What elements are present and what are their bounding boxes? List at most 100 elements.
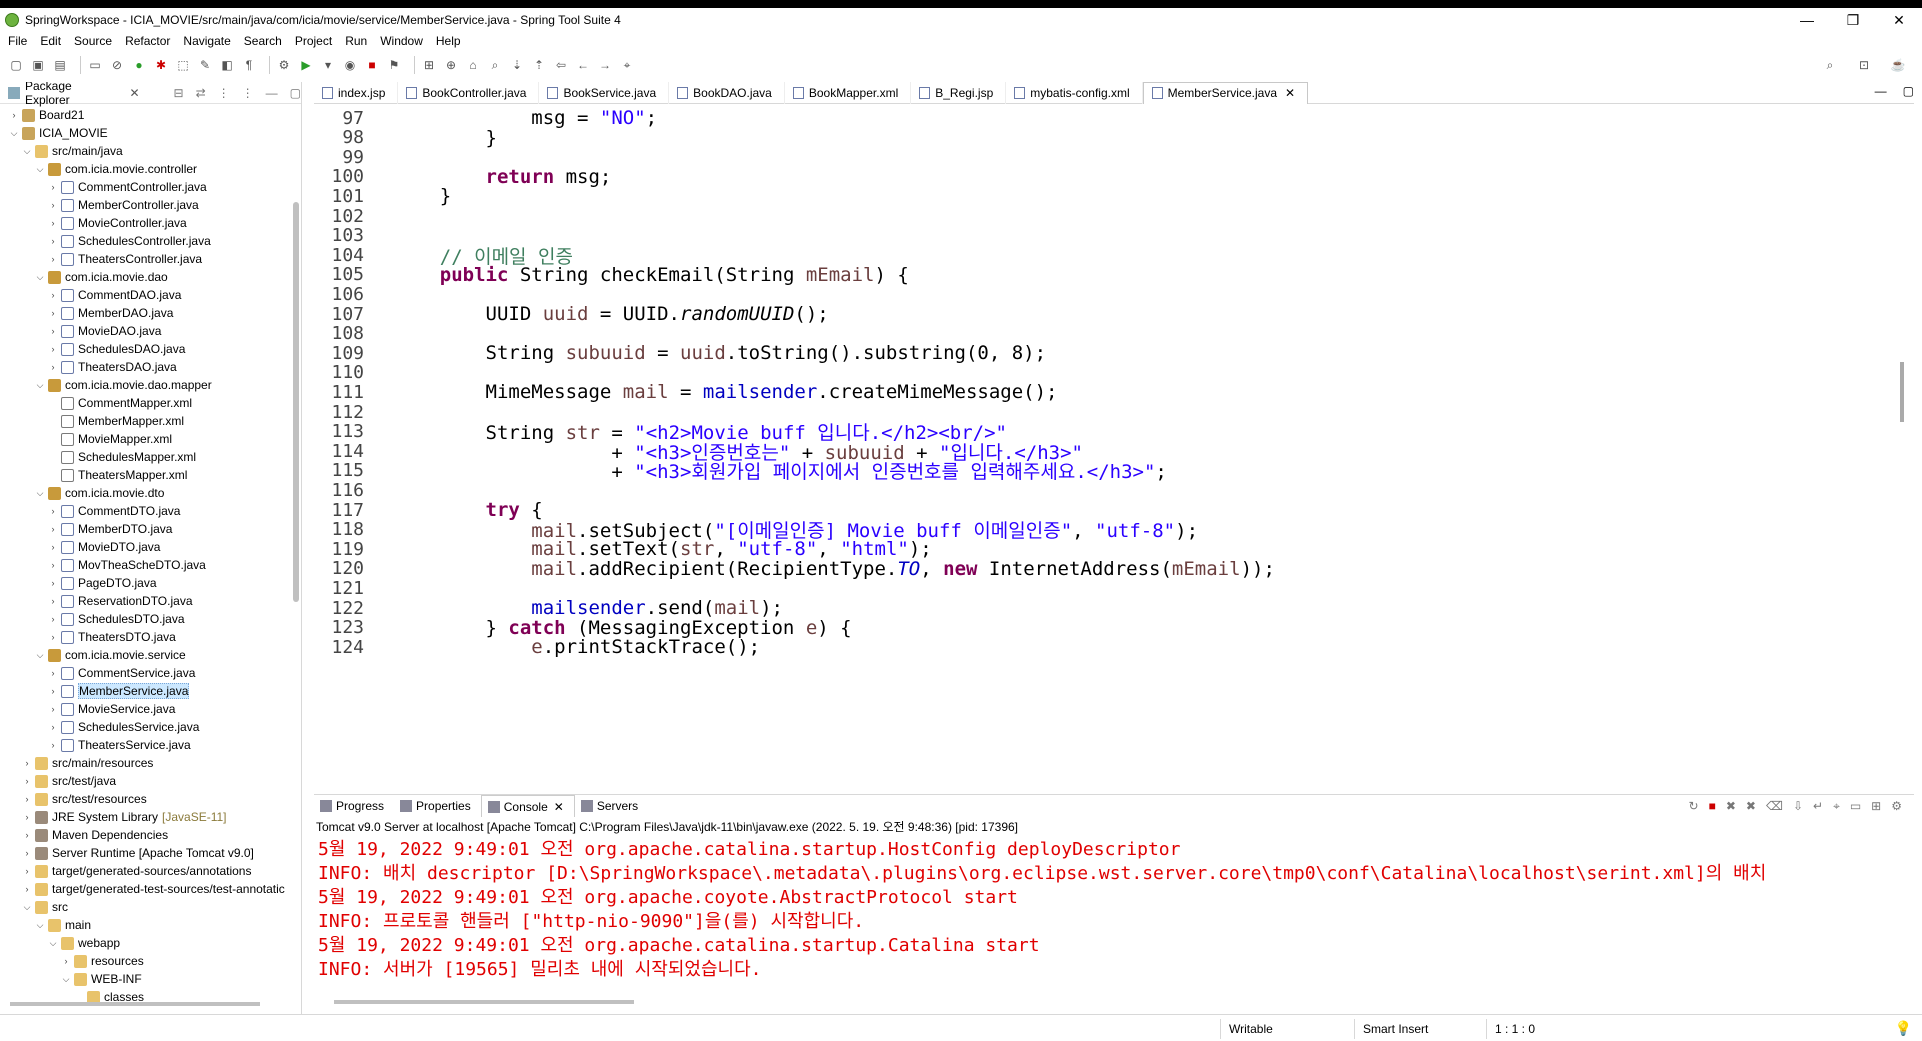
- tree-item[interactable]: › TheatersController.java: [0, 250, 301, 268]
- chevron-right-icon[interactable]: ›: [21, 830, 33, 840]
- chevron-right-icon[interactable]: ›: [47, 254, 59, 264]
- tree-item[interactable]: › Board21: [0, 106, 301, 124]
- tree-item[interactable]: › PageDTO.java: [0, 574, 301, 592]
- tree-item[interactable]: ⌵ ICIA_MOVIE: [0, 124, 301, 142]
- tree-item[interactable]: › Server Runtime [Apache Tomcat v9.0]: [0, 844, 301, 862]
- spring-boot-icon[interactable]: ●: [131, 57, 147, 73]
- tree-item[interactable]: › SchedulesDTO.java: [0, 610, 301, 628]
- open-type-icon[interactable]: ⬚: [175, 57, 191, 73]
- menu-edit[interactable]: Edit: [32, 34, 66, 48]
- tree-item[interactable]: › MovTheaScheDTO.java: [0, 556, 301, 574]
- editor-horizontal-scrollbar[interactable]: [374, 774, 1894, 780]
- menu-run[interactable]: Run: [337, 34, 372, 48]
- search-icon[interactable]: ⌕: [1822, 57, 1838, 73]
- tree-item[interactable]: › ReservationDTO.java: [0, 592, 301, 610]
- external-tools-icon[interactable]: ⚑: [386, 57, 402, 73]
- chevron-right-icon[interactable]: ›: [8, 110, 20, 120]
- menu-source[interactable]: Source: [66, 34, 117, 48]
- tree-item[interactable]: › CommentDTO.java: [0, 502, 301, 520]
- previous-annotation-icon[interactable]: ⇡: [531, 57, 547, 73]
- next-annotation-icon[interactable]: ⇣: [509, 57, 525, 73]
- minimize-view-icon[interactable]: —: [266, 86, 278, 100]
- tree-item[interactable]: › TheatersDAO.java: [0, 358, 301, 376]
- toggle-block-icon[interactable]: ◧: [219, 57, 235, 73]
- chevron-right-icon[interactable]: ›: [47, 578, 59, 588]
- close-tab-icon[interactable]: ✕: [1285, 86, 1295, 100]
- run-dropdown-icon[interactable]: ▾: [320, 57, 336, 73]
- explorer-vertical-scrollbar[interactable]: [293, 202, 299, 602]
- tree-item[interactable]: › MovieDAO.java: [0, 322, 301, 340]
- tip-lightbulb-icon[interactable]: 💡: [1895, 1020, 1912, 1037]
- close-button[interactable]: ✕: [1876, 8, 1922, 32]
- chevron-down-icon[interactable]: ⌵: [34, 380, 46, 391]
- chevron-down-icon[interactable]: ⌵: [34, 920, 46, 931]
- tree-item[interactable]: › MemberDTO.java: [0, 520, 301, 538]
- forward-icon[interactable]: →: [597, 57, 613, 73]
- editor-tab[interactable]: index.jsp: [314, 81, 399, 104]
- close-icon[interactable]: ✕: [129, 86, 139, 100]
- tree-item[interactable]: › JRE System Library [JavaSE-11]: [0, 808, 301, 826]
- tree-item[interactable]: › MemberService.java: [0, 682, 301, 700]
- tree-item[interactable]: ⌵ main: [0, 916, 301, 934]
- chevron-right-icon[interactable]: ›: [21, 848, 33, 858]
- chevron-down-icon[interactable]: ⌵: [47, 938, 59, 949]
- tree-item[interactable]: › SchedulesDAO.java: [0, 340, 301, 358]
- maximize-view-icon[interactable]: ▢: [290, 86, 301, 100]
- tree-item[interactable]: ⌵ com.icia.movie.dto: [0, 484, 301, 502]
- console-tab[interactable]: Servers: [575, 799, 648, 813]
- menu-file[interactable]: File: [0, 34, 32, 48]
- chevron-right-icon[interactable]: ›: [47, 326, 59, 336]
- chevron-right-icon[interactable]: ›: [47, 290, 59, 300]
- menu-search[interactable]: Search: [236, 34, 287, 48]
- chevron-right-icon[interactable]: ›: [47, 506, 59, 516]
- tree-item[interactable]: › CommentService.java: [0, 664, 301, 682]
- tree-item[interactable]: › CommentController.java: [0, 178, 301, 196]
- chevron-down-icon[interactable]: ⌵: [34, 164, 46, 175]
- remove-launch-icon[interactable]: ✖: [1726, 799, 1736, 814]
- tree-item[interactable]: › MovieDTO.java: [0, 538, 301, 556]
- tree-item[interactable]: › MemberDAO.java: [0, 304, 301, 322]
- chevron-right-icon[interactable]: ›: [21, 866, 33, 876]
- chevron-right-icon[interactable]: ›: [47, 524, 59, 534]
- tree-item[interactable]: ⌵ com.icia.movie.dao: [0, 268, 301, 286]
- chevron-down-icon[interactable]: ⌵: [60, 974, 72, 985]
- open-console-icon[interactable]: ⊞: [1871, 799, 1881, 814]
- chevron-right-icon[interactable]: ›: [47, 704, 59, 714]
- chevron-right-icon[interactable]: ›: [21, 776, 33, 786]
- tree-item[interactable]: ⌵ src: [0, 898, 301, 916]
- editor-tab[interactable]: BookService.java: [539, 81, 670, 104]
- chevron-right-icon[interactable]: ›: [47, 596, 59, 606]
- view-menu-icon[interactable]: ⋮: [242, 86, 254, 100]
- scroll-lock-icon[interactable]: ⇩: [1793, 799, 1803, 814]
- chevron-down-icon[interactable]: ⌵: [34, 488, 46, 499]
- console-tab[interactable]: Properties: [394, 799, 481, 813]
- tree-item[interactable]: MemberMapper.xml: [0, 412, 301, 430]
- tree-item[interactable]: › resources: [0, 952, 301, 970]
- link-with-editor-icon[interactable]: ⇄: [196, 86, 206, 100]
- minimize-button[interactable]: —: [1784, 8, 1830, 32]
- close-icon[interactable]: ✕: [554, 800, 564, 814]
- last-edit-icon[interactable]: ⇦: [553, 57, 569, 73]
- tree-item[interactable]: › src/test/resources: [0, 790, 301, 808]
- minimize-editor-icon[interactable]: —: [1875, 84, 1887, 98]
- tree-item[interactable]: › CommentDAO.java: [0, 286, 301, 304]
- coverage-icon[interactable]: ◉: [342, 57, 358, 73]
- tree-item[interactable]: › TheatersService.java: [0, 736, 301, 754]
- menu-refactor[interactable]: Refactor: [117, 34, 175, 48]
- chevron-right-icon[interactable]: ›: [21, 884, 33, 894]
- save-icon[interactable]: ▣: [30, 57, 46, 73]
- editor-tab[interactable]: BookDAO.java: [669, 81, 785, 104]
- tree-item[interactable]: › Maven Dependencies: [0, 826, 301, 844]
- chevron-right-icon[interactable]: ›: [60, 956, 72, 966]
- chevron-down-icon[interactable]: ⌵: [21, 902, 33, 913]
- console-tab[interactable]: Console ✕: [480, 795, 575, 817]
- console-output[interactable]: 5월 19, 2022 9:49:01 오전 org.apache.catali…: [314, 835, 1914, 979]
- new-icon[interactable]: ▢: [8, 57, 24, 73]
- chevron-right-icon[interactable]: ›: [47, 686, 59, 696]
- chevron-right-icon[interactable]: ›: [47, 200, 59, 210]
- terminal-icon[interactable]: ▭: [87, 57, 103, 73]
- chevron-down-icon[interactable]: ⌵: [21, 146, 33, 157]
- pin-editor-icon[interactable]: ⌖: [619, 57, 635, 73]
- editor-vertical-scrollbar[interactable]: [1900, 362, 1904, 422]
- chevron-right-icon[interactable]: ›: [21, 812, 33, 822]
